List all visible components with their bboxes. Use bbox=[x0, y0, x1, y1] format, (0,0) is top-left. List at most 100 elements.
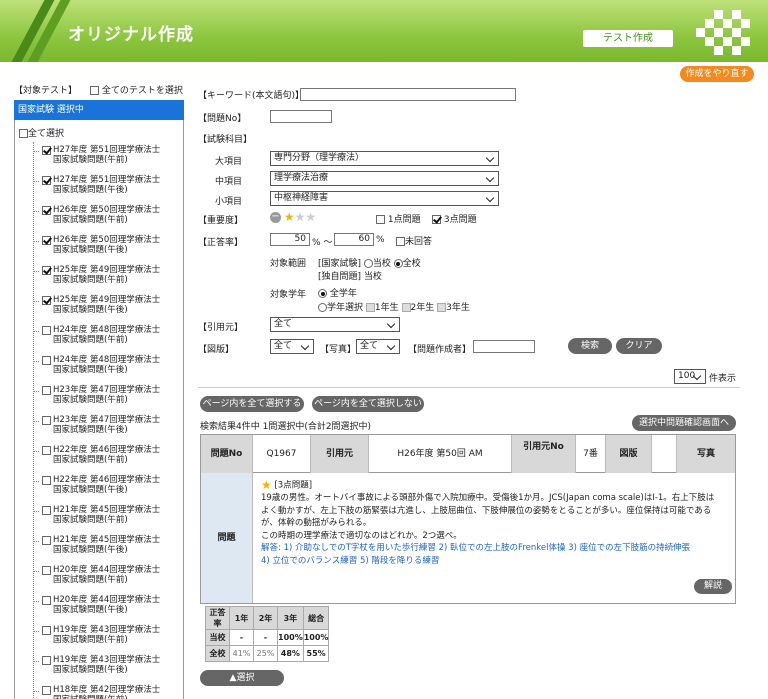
year-select-option[interactable]: 学年選択 1年生 2年生 3年生 bbox=[318, 300, 470, 313]
deselect-all-page-button[interactable]: ページ内を全て選択しない bbox=[312, 396, 424, 412]
exam-checkbox[interactable] bbox=[42, 626, 51, 635]
three-point-checkbox[interactable] bbox=[432, 215, 441, 224]
confirm-selected-button[interactable]: 選択中問題確認画面へ bbox=[632, 415, 736, 431]
one-point-checkbox[interactable] bbox=[376, 215, 385, 224]
keyword-input[interactable] bbox=[300, 88, 516, 101]
exam-tree-item[interactable]: H21年度 第45回理学療法士 国家試験問題(午前) bbox=[33, 502, 183, 530]
result-item: 問題No Q1967 引用元 H26年度 第50回 AM 引用元No 7番 図版… bbox=[200, 434, 736, 604]
year1-checkbox[interactable] bbox=[365, 303, 375, 312]
unanswered-option[interactable]: 未回答 bbox=[396, 234, 432, 247]
exam-tree-item[interactable]: H19年度 第43回理学療法士 国家試験問題(午前) bbox=[33, 622, 183, 650]
exam-tree-item[interactable]: H25年度 第49回理学療法士 国家試験問題(午前) bbox=[33, 262, 183, 290]
redo-create-button[interactable]: 作成をやり直す bbox=[680, 66, 754, 82]
tree-branch bbox=[33, 631, 39, 632]
exam-checkbox[interactable] bbox=[42, 236, 51, 245]
select-all-checkbox[interactable] bbox=[19, 129, 28, 138]
exam-tree-item[interactable]: H21年度 第45回理学療法士 国家試験問題(午後) bbox=[33, 532, 183, 560]
year2-checkbox[interactable] bbox=[401, 303, 411, 312]
exam-checkbox[interactable] bbox=[42, 146, 51, 155]
star-icon[interactable]: ★ bbox=[295, 211, 306, 223]
year-select-radio[interactable] bbox=[318, 303, 327, 312]
rate-separator: % 〜 bbox=[312, 238, 333, 248]
importance-stars[interactable]: − ★★★ bbox=[270, 211, 316, 223]
photo-select[interactable]: 全て bbox=[356, 339, 400, 354]
exam-tree-item[interactable]: H19年度 第43回理学療法士 国家試験問題(午後) bbox=[33, 652, 183, 680]
exam-checkbox[interactable] bbox=[42, 206, 51, 215]
rate-max-input[interactable]: 60 bbox=[334, 233, 374, 246]
question-line: が、体幹の動揺がみられる。 bbox=[261, 518, 372, 528]
select-button[interactable]: ▲選択 bbox=[200, 670, 284, 686]
tree-branch bbox=[33, 481, 39, 482]
exam-tree-item[interactable]: H22年度 第46回理学療法士 国家試験問題(午前) bbox=[33, 442, 183, 470]
minor-select[interactable]: 中枢神経障害 bbox=[270, 191, 499, 206]
star-icon[interactable]: ★ bbox=[284, 211, 295, 223]
national-exam-selected[interactable]: 国家試験 選択中 bbox=[14, 100, 184, 120]
exam-tree-item[interactable]: H24年度 第48回理学療法士 国家試験問題(午後) bbox=[33, 352, 183, 380]
tree-branch bbox=[33, 151, 39, 152]
stats-cell: - bbox=[253, 629, 278, 646]
citation-header: 引用元 bbox=[311, 435, 369, 473]
star-icon[interactable]: ★ bbox=[305, 211, 316, 223]
middle-select[interactable]: 理学療法治療 bbox=[270, 171, 499, 186]
rate-min-input[interactable]: 50 bbox=[270, 233, 310, 246]
exam-tree-item[interactable]: H23年度 第47回理学療法士 国家試験問題(午後) bbox=[33, 412, 183, 440]
exam-tree-item[interactable]: H20年度 第44回理学療法士 国家試験問題(午後) bbox=[33, 592, 183, 620]
minus-circle-icon[interactable]: − bbox=[270, 211, 281, 223]
year-all-radio[interactable] bbox=[318, 289, 327, 298]
exam-checkbox[interactable] bbox=[42, 686, 51, 695]
figure-select[interactable]: 全て bbox=[270, 339, 314, 354]
exam-checkbox[interactable] bbox=[42, 296, 51, 305]
scope-original: [独自問題] 当校 bbox=[318, 272, 382, 282]
exam-tree-item[interactable]: H27年度 第51回理学療法士 国家試験問題(午前) bbox=[33, 142, 183, 170]
answer-line: 4) 立位でのバランス練習 5) 階段を降りる練習 bbox=[261, 555, 440, 566]
exam-checkbox[interactable] bbox=[42, 506, 51, 515]
exam-tree-item[interactable]: H18年度 第42回理学療法士国家試験問題(午前) bbox=[33, 682, 183, 699]
explanation-button[interactable]: 解説 bbox=[694, 579, 732, 594]
select-all-tests[interactable]: 全てのテストを選択 bbox=[90, 84, 183, 98]
exam-tree-item[interactable]: H22年度 第46回理学療法士 国家試験問題(午後) bbox=[33, 472, 183, 500]
clear-button[interactable]: クリア bbox=[616, 338, 662, 354]
exam-tree-item[interactable]: H25年度 第49回理学療法士 国家試験問題(午後) bbox=[33, 292, 183, 320]
exam-checkbox[interactable] bbox=[42, 596, 51, 605]
exam-checkbox[interactable] bbox=[42, 656, 51, 665]
exam-tree-item[interactable]: H27年度 第51回理学療法士 国家試験問題(午後) bbox=[33, 172, 183, 200]
exam-tree-list[interactable]: 全て選択 H27年度 第51回理学療法士 国家試験問題(午前) H27年度 第51回… bbox=[14, 120, 184, 699]
scope-all-radio[interactable] bbox=[393, 259, 403, 268]
exam-tree-item[interactable]: H23年度 第47回理学療法士 国家試験問題(午前) bbox=[33, 382, 183, 410]
exam-tree-item[interactable]: H20年度 第44回理学療法士 国家試験問題(午前) bbox=[33, 562, 183, 590]
stats-header-cell: 正答率 bbox=[205, 606, 230, 630]
per-page-select[interactable]: 100 bbox=[674, 369, 706, 384]
exam-checkbox[interactable] bbox=[42, 476, 51, 485]
test-create-button[interactable]: テスト作成 bbox=[583, 30, 673, 47]
year3-checkbox[interactable] bbox=[437, 303, 447, 312]
exam-tree-item[interactable]: H26年度 第50回理学療法士 国家試験問題(午前) bbox=[33, 202, 183, 230]
exam-checkbox[interactable] bbox=[42, 326, 51, 335]
unanswered-checkbox[interactable] bbox=[396, 237, 405, 246]
exam-checkbox[interactable] bbox=[42, 356, 51, 365]
citation-select[interactable]: 全て bbox=[270, 317, 400, 332]
subject-label: 【試験科目】 bbox=[198, 135, 253, 145]
exam-checkbox[interactable] bbox=[42, 446, 51, 455]
qno-input[interactable] bbox=[270, 110, 332, 123]
exam-tree-item[interactable]: H26年度 第50回理学療法士 国家試験問題(午後) bbox=[33, 232, 183, 260]
select-all-page-button[interactable]: ページ内を全て選択する bbox=[200, 396, 304, 412]
question-line: 19歳の男性。オートバイ事故による頭部外傷で入院加療中。受傷後1か月。JCS(J… bbox=[261, 493, 715, 503]
exam-checkbox[interactable] bbox=[42, 176, 51, 185]
exam-checkbox[interactable] bbox=[42, 386, 51, 395]
photo-label: 【写真】 bbox=[320, 345, 357, 355]
three-point-option[interactable]: 3点問題 bbox=[432, 212, 477, 225]
author-input[interactable] bbox=[473, 340, 535, 353]
exam-checkbox[interactable] bbox=[42, 566, 51, 575]
search-button[interactable]: 検索 bbox=[568, 338, 612, 354]
exam-checkbox[interactable] bbox=[42, 416, 51, 425]
major-select[interactable]: 専門分野（理学療法） bbox=[270, 151, 499, 166]
exam-checkbox[interactable] bbox=[42, 536, 51, 545]
one-point-option[interactable]: 1点問題 bbox=[376, 212, 421, 225]
select-all-item[interactable]: 全て選択 bbox=[19, 126, 64, 139]
exam-tree-item[interactable]: H24年度 第48回理学療法士 国家試験問題(午前) bbox=[33, 322, 183, 350]
exam-checkbox[interactable] bbox=[42, 266, 51, 275]
year-all-option[interactable]: 全学年 bbox=[318, 286, 357, 299]
select-all-tests-checkbox[interactable] bbox=[90, 86, 99, 95]
scope-school-radio[interactable] bbox=[363, 259, 373, 268]
photo-header: 写真 bbox=[677, 435, 735, 473]
